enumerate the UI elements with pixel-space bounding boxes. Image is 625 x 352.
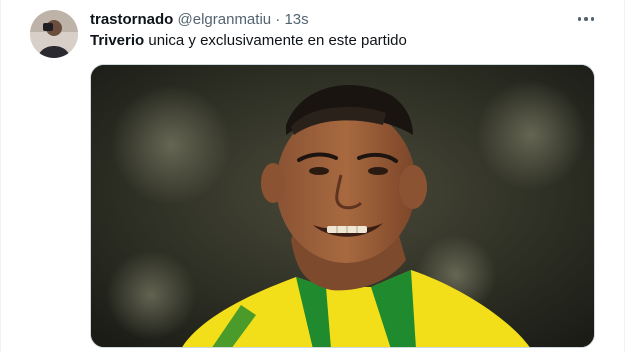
tweet-card[interactable]: trastornado @elgranmatiu · 13s Triverio … bbox=[0, 0, 625, 352]
tweet-body-text: unica y exclusivamente en este partido bbox=[144, 32, 407, 49]
tweet-text: Triverio unica y exclusivamente en este … bbox=[90, 31, 407, 51]
more-horizontal-icon bbox=[577, 17, 582, 21]
more-horizontal-icon-dot bbox=[590, 17, 595, 21]
author-avatar[interactable] bbox=[30, 10, 78, 58]
separator-dot: · bbox=[275, 11, 281, 28]
more-horizontal-icon-dot bbox=[584, 17, 588, 21]
author-name[interactable]: trastornado bbox=[90, 11, 173, 28]
tweet-mention[interactable]: Triverio bbox=[90, 32, 144, 49]
avatar-image bbox=[30, 10, 78, 58]
tweet-photo[interactable] bbox=[90, 64, 595, 348]
photo-illustration bbox=[91, 65, 594, 347]
more-options-button[interactable] bbox=[574, 9, 598, 29]
tweet-timestamp[interactable]: 13s bbox=[284, 11, 308, 28]
tweet-header: trastornado @elgranmatiu · 13s bbox=[90, 10, 309, 30]
author-handle[interactable]: @elgranmatiu bbox=[178, 11, 272, 28]
